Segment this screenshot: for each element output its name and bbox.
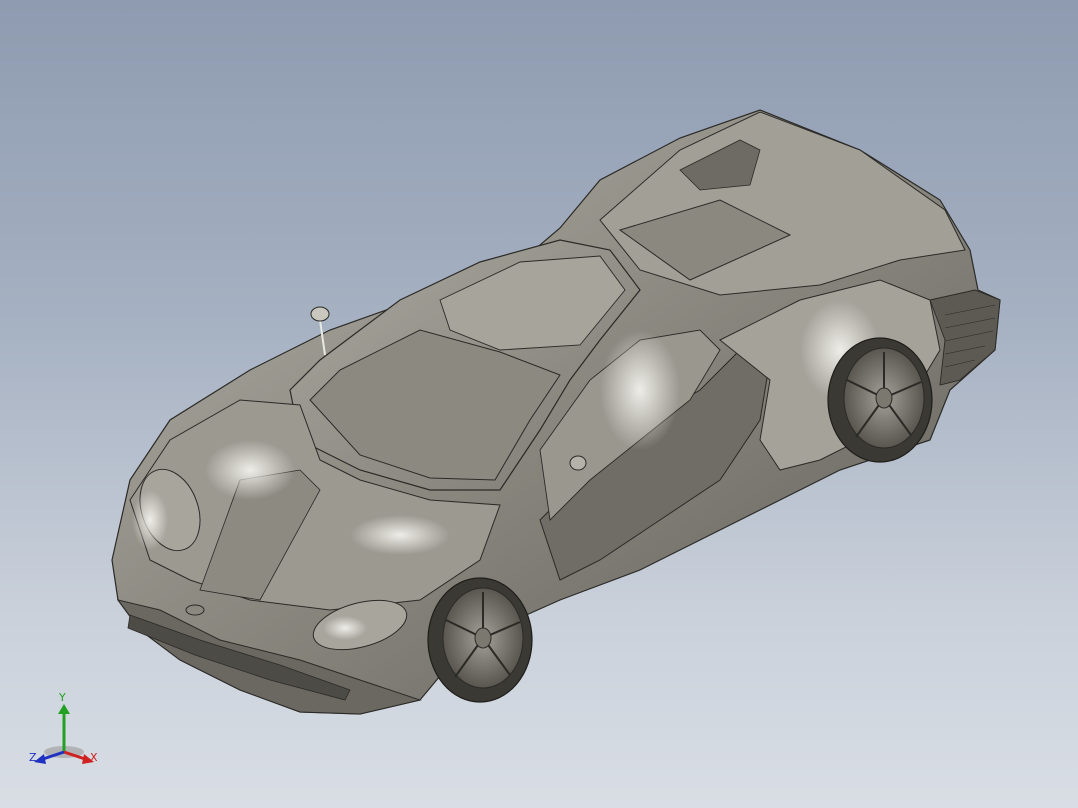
y-axis-label: Y bbox=[59, 691, 66, 704]
front-badge bbox=[185, 604, 205, 616]
car-model[interactable] bbox=[0, 0, 1078, 808]
right-mirror bbox=[569, 455, 587, 471]
z-axis-label: Z bbox=[29, 751, 37, 764]
rear-wheel bbox=[827, 337, 933, 463]
front-wheel bbox=[427, 577, 533, 703]
x-axis-label: X bbox=[90, 751, 98, 764]
graphics-viewport[interactable]: Y X Z bbox=[0, 0, 1078, 808]
view-triad[interactable]: Y X Z bbox=[26, 691, 102, 770]
